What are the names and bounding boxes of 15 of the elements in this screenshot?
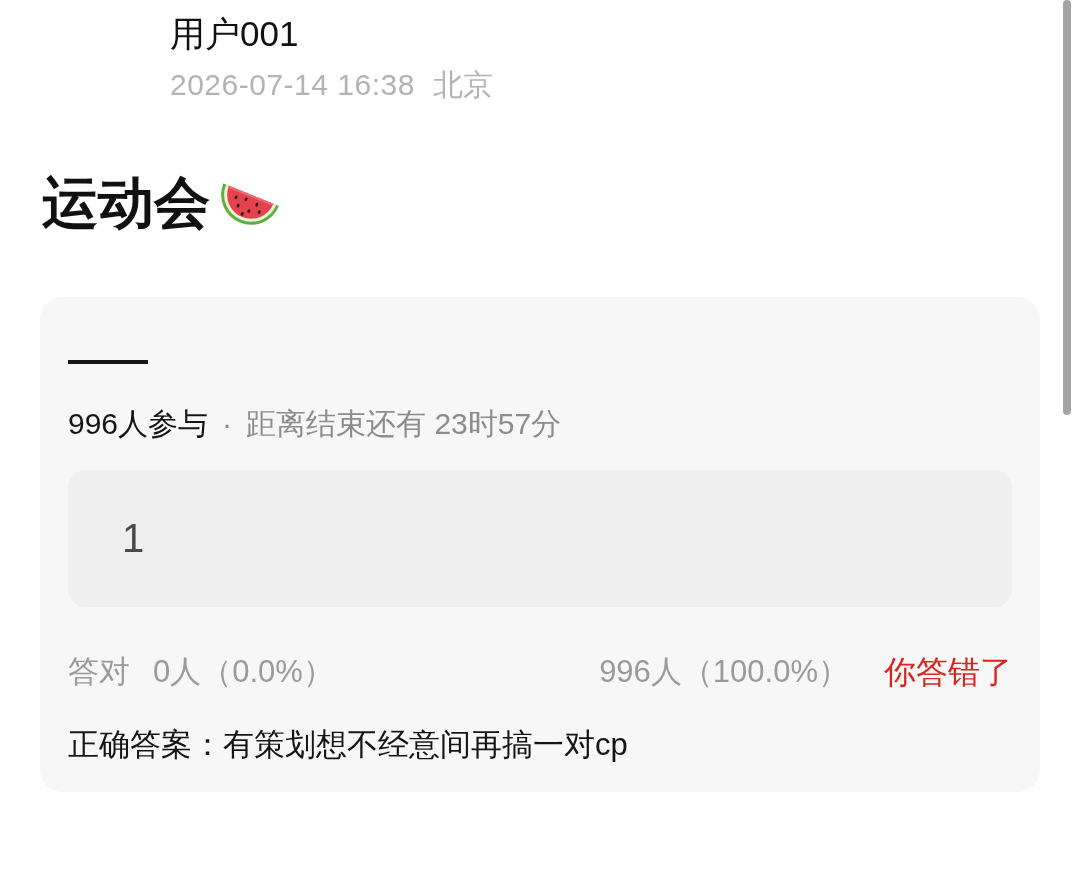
separator-dot: ·: [222, 406, 233, 442]
question-text: ——: [68, 339, 148, 379]
author-name: 用户001: [170, 13, 299, 55]
correct-label: 答对: [68, 653, 130, 691]
result-text: 你答错了: [884, 653, 1012, 692]
post-title: 运动会: [42, 171, 210, 235]
correct-count: 0人（0.0%）: [153, 653, 334, 691]
countdown-text: 距离结束还有 23时57分: [246, 406, 562, 442]
correct-answer: 正确答案：有策划想不经意间再搞一对cp: [68, 726, 628, 764]
participant-count: 996人参与: [68, 406, 209, 442]
post-location: 北京: [432, 67, 494, 103]
wrong-count: 996人（100.0%）: [599, 653, 849, 691]
scrollbar-thumb[interactable]: [1063, 0, 1071, 415]
answer-option: 1: [68, 470, 1012, 607]
post-timestamp: 2026-07-14 16:38: [170, 67, 415, 103]
